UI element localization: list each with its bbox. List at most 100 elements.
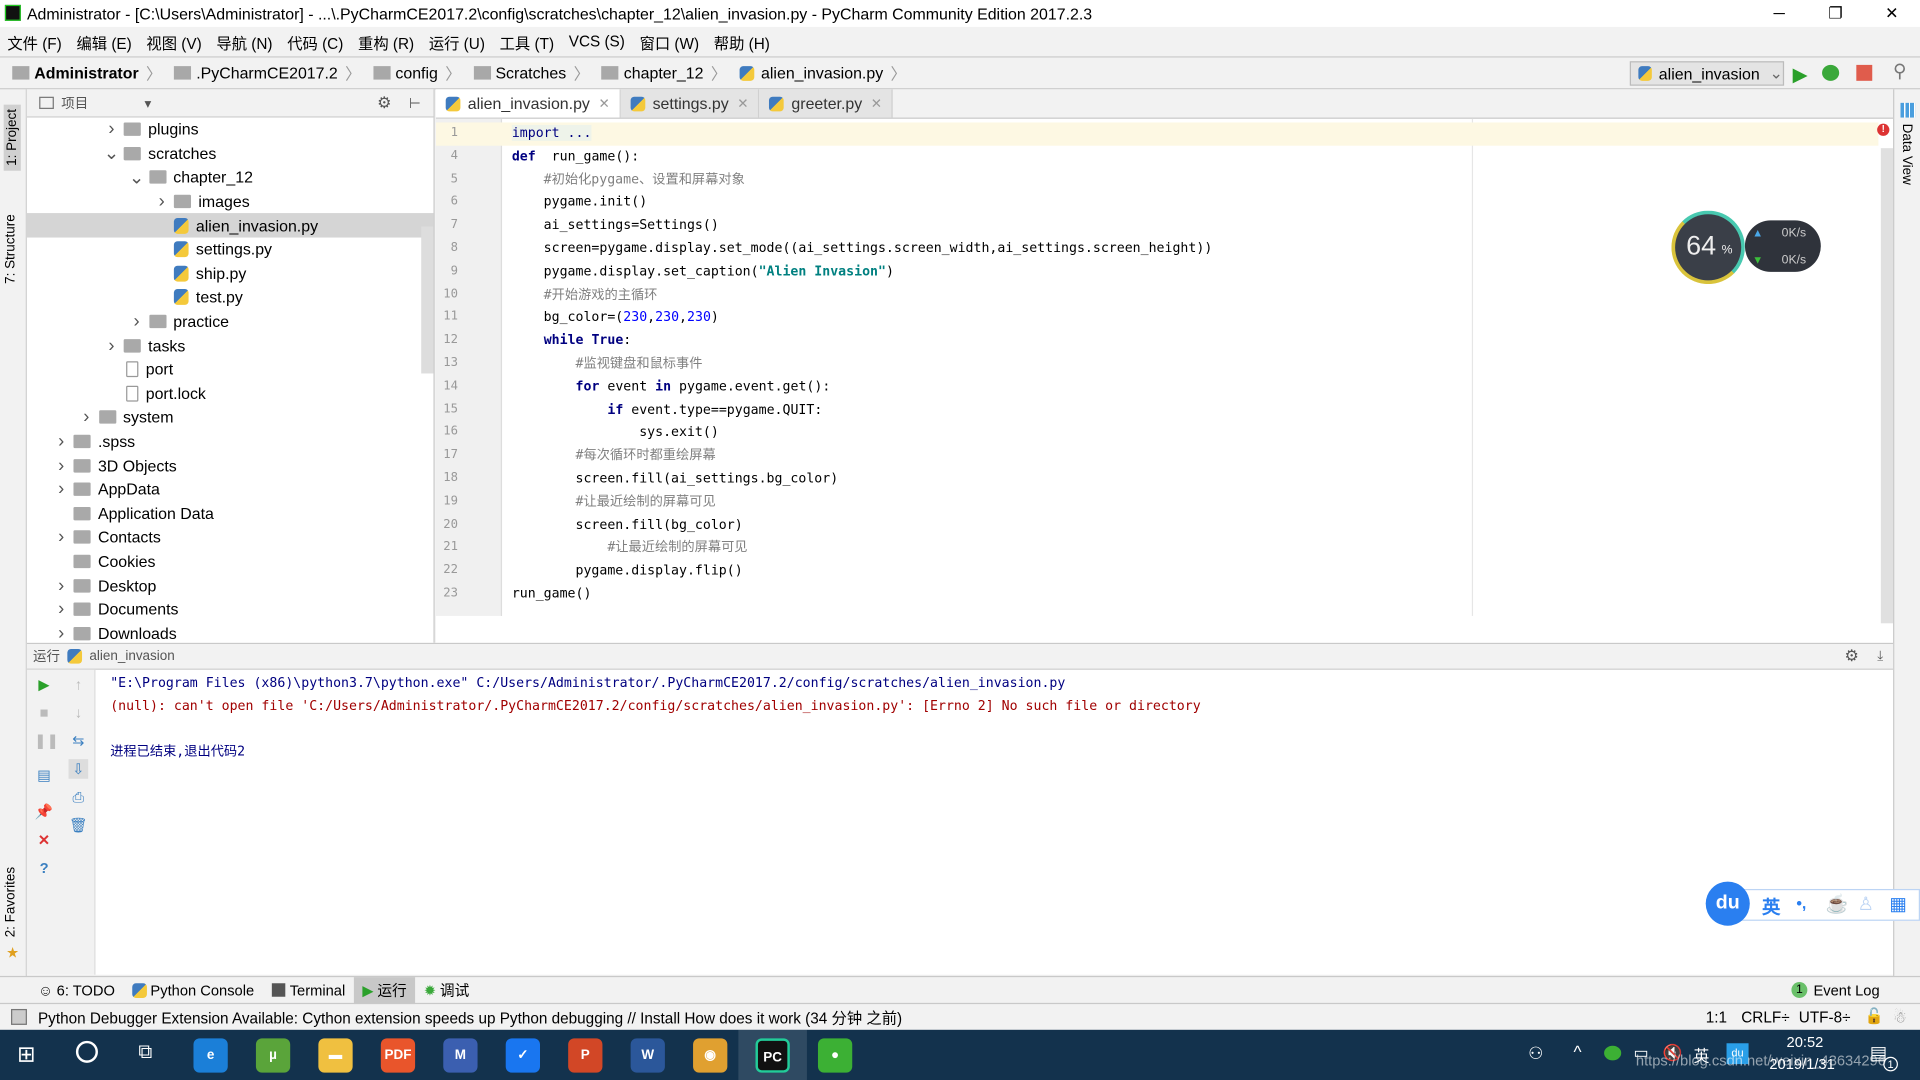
ime-grid-icon[interactable]: ▦ (1889, 893, 1906, 915)
tab-alien_invasion[interactable]: alien_invasion.py ✕ (435, 89, 621, 118)
soft-wrap-icon[interactable]: ⇆ (69, 731, 89, 751)
chevron-right-icon[interactable]: › (49, 599, 73, 620)
help-icon[interactable]: ? (34, 858, 54, 878)
taskbar-app-security[interactable]: ✓ (505, 1038, 541, 1073)
tree-item[interactable]: › practice (27, 309, 434, 333)
tree-item[interactable]: › tasks (27, 333, 434, 357)
code-line[interactable]: 1 import ... (435, 122, 1879, 146)
tree-item[interactable]: ⌄ scratches (27, 142, 434, 166)
code-line[interactable]: 13 #监视键盘和鼠标事件 (443, 353, 1878, 376)
collapse-icon[interactable]: ⊢ (409, 95, 421, 111)
chevron-right-icon[interactable]: › (149, 191, 173, 212)
chevron-down-icon[interactable]: ⌄ (124, 167, 148, 189)
status-toggle-icon[interactable] (11, 1008, 27, 1025)
search-icon[interactable]: ⚲ (1893, 60, 1906, 82)
menu-item[interactable]: 文件 (F) (7, 30, 61, 53)
chevron-right-icon[interactable]: › (49, 431, 73, 452)
code-line[interactable]: 18 screen.fill(ai_settings.bg_color) (443, 468, 1878, 491)
run-icon[interactable]: ▶ (1793, 62, 1808, 86)
task-view-icon[interactable]: ⧉ (138, 1042, 152, 1064)
taskbar-app-explorer[interactable]: ▬ (318, 1038, 353, 1073)
menu-item[interactable]: 窗口 (W) (640, 30, 700, 53)
tree-item[interactable]: › system (27, 405, 434, 429)
tree-item[interactable]: alien_invasion.py (26, 213, 434, 238)
tree-item[interactable]: Cookies (27, 549, 434, 573)
tree-item[interactable]: › 3D Objects (27, 453, 434, 477)
taskbar-app-wechat[interactable]: ● (817, 1038, 853, 1073)
chevron-down-icon[interactable]: ▾ (144, 95, 151, 111)
menu-item[interactable]: 编辑 (E) (76, 30, 131, 53)
print-icon[interactable]: ⎙ (69, 787, 89, 807)
console-output[interactable]: "E:\Program Files (x86)\python3.7\python… (110, 672, 1200, 764)
error-indicator-icon[interactable]: ! (1877, 123, 1890, 136)
tool-tab-structure[interactable]: 7: Structure (4, 214, 19, 284)
maximize-button[interactable]: ❐ (1807, 0, 1863, 27)
debug-icon[interactable] (1822, 64, 1840, 81)
menu-item[interactable]: VCS (S) (569, 33, 625, 50)
lock-icon[interactable]: 🔓 (1865, 1008, 1884, 1026)
tree-item[interactable]: port (27, 357, 434, 381)
chevron-right-icon[interactable]: › (49, 575, 73, 596)
tool-tab-terminal[interactable]: Terminal (263, 977, 354, 1004)
wechat-tray-icon[interactable] (1604, 1045, 1622, 1061)
tree-item[interactable]: › Contacts (27, 525, 434, 549)
chevron-right-icon[interactable]: › (124, 311, 148, 332)
code-line[interactable]: 21 #让最近绘制的屏幕可见 (443, 537, 1878, 560)
ime-user-icon[interactable]: ♙ (1858, 893, 1874, 915)
chevron-right-icon[interactable]: › (49, 623, 73, 643)
close-tab-icon[interactable]: ✕ (737, 96, 748, 112)
minimize-button[interactable]: ─ (1751, 0, 1807, 27)
tab-settings[interactable]: settings.py ✕ (620, 89, 760, 118)
scroll-to-end-icon[interactable]: ⇩ (68, 759, 89, 779)
caret-position[interactable]: 1:1 (1706, 1008, 1727, 1025)
tree-item[interactable]: test.py (27, 285, 434, 309)
menu-item[interactable]: 运行 (U) (429, 30, 485, 53)
tree-item[interactable]: › AppData (27, 477, 434, 501)
menu-item[interactable]: 代码 (C) (287, 30, 343, 53)
code-line[interactable]: 10 #开始游戏的主循环 (443, 284, 1878, 307)
tool-tab-todo[interactable]: ☺ 6: TODO (29, 977, 123, 1004)
code-area[interactable]: 1 import ... 4 def run_game(): 5 #初始化pygame、… (435, 122, 1879, 605)
network-speed-widget[interactable]: 64 % ▲ 0K/s ▼ 0K/s (1671, 210, 1821, 285)
editor-scrollbar[interactable] (1880, 148, 1894, 624)
taskbar-app-mindmap[interactable]: M (443, 1038, 478, 1073)
tree-item[interactable]: settings.py (27, 238, 434, 262)
menu-item[interactable]: 导航 (N) (216, 30, 272, 53)
project-panel-title[interactable]: 项目 (61, 93, 88, 113)
chevron-right-icon[interactable]: › (49, 479, 73, 500)
close-button[interactable]: ✕ (1864, 0, 1920, 27)
tool-tab-python-console[interactable]: Python Console (123, 977, 262, 1004)
tree-item[interactable]: › Documents (27, 597, 434, 621)
tree-item[interactable]: › plugins (27, 118, 434, 142)
breadcrumb-item[interactable]: Administrator 〉 (12, 61, 162, 84)
tree-item[interactable]: ⌄ chapter_12 (27, 166, 434, 190)
tree-item[interactable]: Application Data (27, 501, 434, 525)
clock-time[interactable]: 20:52 (1787, 1033, 1824, 1050)
taskbar-app-pdf[interactable]: PDF (380, 1038, 416, 1073)
taskbar-app-word[interactable]: W (630, 1038, 665, 1073)
gear-icon[interactable]: ⚙ (377, 93, 391, 113)
tree-item[interactable]: › .spss (27, 429, 434, 453)
pause-icon[interactable]: ❚❚ (34, 731, 59, 751)
gear-icon[interactable]: ⚙ (1845, 647, 1859, 667)
ime-punctuation-toggle[interactable]: •, (1796, 894, 1806, 912)
taskbar-app-powerpoint[interactable]: P (568, 1038, 603, 1073)
run-config-tab[interactable]: alien_invasion (89, 649, 174, 664)
encoding-select[interactable]: UTF-8÷ (1799, 1008, 1851, 1025)
chevron-right-icon[interactable]: › (49, 455, 73, 476)
line-separator-select[interactable]: CRLF÷ (1741, 1008, 1789, 1025)
code-line[interactable]: 19 #让最近绘制的屏幕可见 (443, 491, 1878, 514)
trash-icon[interactable]: 🗑 (69, 816, 89, 836)
rerun-icon[interactable]: ▶ (34, 675, 54, 695)
code-line[interactable]: 11 bg_color=(230,230,230) (443, 307, 1878, 330)
tree-item[interactable]: › Desktop (27, 573, 434, 597)
close-tab-icon[interactable]: ✕ (598, 96, 609, 112)
code-line[interactable]: 12 while True: (443, 330, 1878, 353)
tool-tab-run[interactable]: ▶ 运行 (353, 976, 416, 1004)
event-log-button[interactable]: 1 Event Log (1783, 977, 1888, 1004)
breadcrumb-item[interactable]: config 〉 (373, 61, 461, 84)
chevron-down-icon[interactable]: ⌄ (99, 143, 123, 165)
stop-icon[interactable]: ■ (34, 703, 54, 723)
tool-tab-favorites[interactable]: 2: Favorites (4, 867, 19, 937)
ime-language-toggle[interactable]: 英 (1762, 894, 1780, 920)
